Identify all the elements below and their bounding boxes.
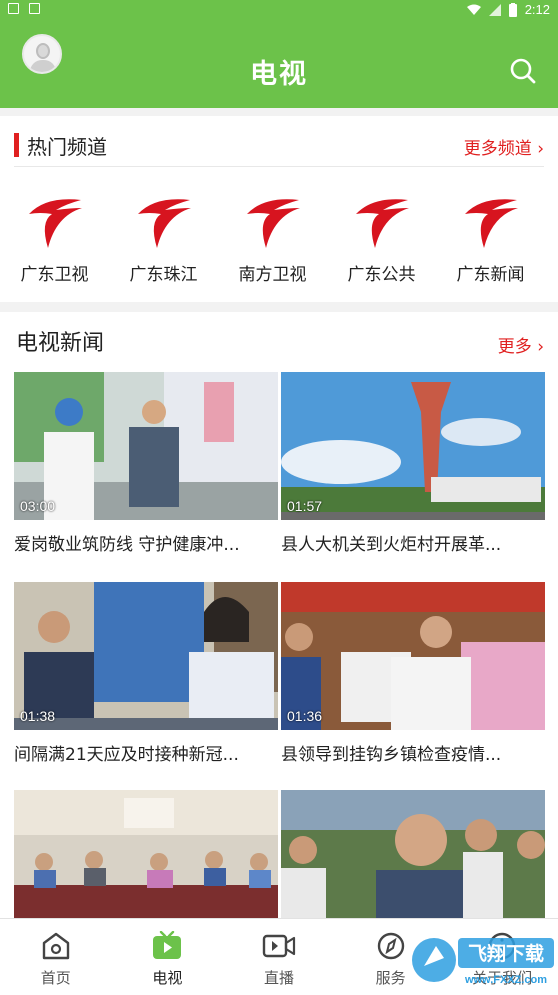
thumbnail-image — [281, 790, 545, 918]
channel-list[interactable]: 广东卫视 广东珠江 南方卫视 广东公共 广东新闻 — [0, 180, 558, 300]
hot-channels-title: 热门频道 — [27, 134, 107, 159]
section-marker — [14, 133, 19, 157]
hot-channels-header: 热门频道 — [14, 132, 107, 159]
channel-name: 南方卫视 — [238, 265, 307, 285]
thumbnail-image — [14, 790, 278, 918]
guangdong-tv-logo-icon — [28, 199, 82, 248]
app-notification-icon — [29, 3, 40, 14]
tv-news-section: 电视新闻 更多 › 03:00 爱岗敬业筑防线 守护健康冲... 01:57 县… — [0, 312, 558, 918]
video-caption[interactable]: 县人大机关到火炬村开展革... — [281, 530, 545, 555]
video-caption[interactable]: 间隔满21天应及时接种新冠... — [14, 740, 278, 765]
tab-home-label: 首页 — [40, 969, 71, 987]
live-video-icon — [262, 934, 296, 958]
guangdong-tv-logo-icon — [355, 199, 409, 248]
image-notification-icon — [8, 3, 19, 14]
page-title: 电视 — [250, 59, 308, 90]
tab-home[interactable]: 首页 — [0, 919, 112, 995]
tv-icon — [153, 931, 182, 959]
clock-time: 2:12 — [524, 2, 550, 17]
video-card[interactable] — [281, 790, 545, 918]
more-news-link[interactable]: 更多 › — [498, 332, 544, 357]
channel-name: 广东新闻 — [456, 265, 525, 285]
video-card[interactable]: 01:57 县人大机关到火炬村开展革... — [281, 372, 545, 555]
guangdong-tv-logo-icon — [246, 199, 300, 248]
channel-name: 广东公共 — [347, 265, 416, 285]
signal-icon — [488, 3, 501, 16]
tab-tv[interactable]: 电视 — [112, 919, 224, 995]
tab-live[interactable]: 直播 — [223, 919, 335, 995]
tab-tv-label: 电视 — [152, 969, 183, 987]
hot-channels-section: 热门频道 更多频道 › 广东卫视 广东珠江 南方卫视 广东公共 广东新闻 — [0, 116, 558, 302]
video-thumbnail[interactable] — [281, 790, 545, 918]
guangdong-tv-logo-icon — [137, 199, 191, 248]
video-thumbnail[interactable] — [14, 790, 278, 918]
wifi-icon — [466, 4, 481, 15]
service-icon — [377, 932, 404, 960]
video-caption[interactable]: 县领导到挂钩乡镇检查疫情... — [281, 740, 545, 765]
section-divider — [14, 166, 544, 167]
tab-live-label: 直播 — [263, 969, 294, 987]
video-thumbnail[interactable]: 03:00 — [14, 372, 278, 520]
video-duration: 03:00 — [20, 498, 56, 514]
home-icon — [42, 932, 69, 960]
tv-news-title: 电视新闻 — [16, 331, 105, 356]
video-duration: 01:57 — [287, 498, 323, 514]
video-caption[interactable]: 爱岗敬业筑防线 守护健康冲... — [14, 530, 278, 555]
more-channels-link[interactable]: 更多频道 › — [464, 134, 544, 159]
channel-item[interactable]: 广东公共 — [327, 180, 436, 300]
channel-name: 广东珠江 — [129, 265, 198, 285]
guangdong-tv-logo-icon — [464, 199, 518, 248]
site-watermark: 飞翔下载 www.FXXZ.com — [412, 938, 554, 986]
watermark-url: www.FXXZ.com — [464, 974, 547, 986]
video-duration: 01:36 — [287, 708, 323, 724]
channel-item[interactable]: 广东卫视 — [0, 180, 109, 300]
watermark-title: 飞翔下载 — [468, 942, 544, 965]
search-icon[interactable] — [510, 58, 536, 84]
video-card[interactable] — [14, 790, 278, 918]
notification-icons — [8, 3, 40, 14]
video-thumbnail[interactable]: 01:57 — [281, 372, 545, 520]
video-thumbnail[interactable]: 01:36 — [281, 582, 545, 730]
battery-icon — [508, 2, 517, 17]
tv-news-header: 电视新闻 — [16, 328, 105, 356]
status-bar: 2:12 — [0, 0, 558, 20]
video-card[interactable]: 01:36 县领导到挂钩乡镇检查疫情... — [281, 582, 545, 765]
video-duration: 01:38 — [20, 708, 56, 724]
channel-item[interactable]: 南方卫视 — [218, 180, 327, 300]
channel-name: 广东卫视 — [20, 265, 89, 285]
video-thumbnail[interactable]: 01:38 — [14, 582, 278, 730]
video-card[interactable]: 01:38 间隔满21天应及时接种新冠... — [14, 582, 278, 765]
video-card[interactable]: 03:00 爱岗敬业筑防线 守护健康冲... — [14, 372, 278, 555]
channel-item[interactable]: 广东新闻 — [436, 180, 545, 300]
channel-item[interactable]: 广东珠江 — [109, 180, 218, 300]
